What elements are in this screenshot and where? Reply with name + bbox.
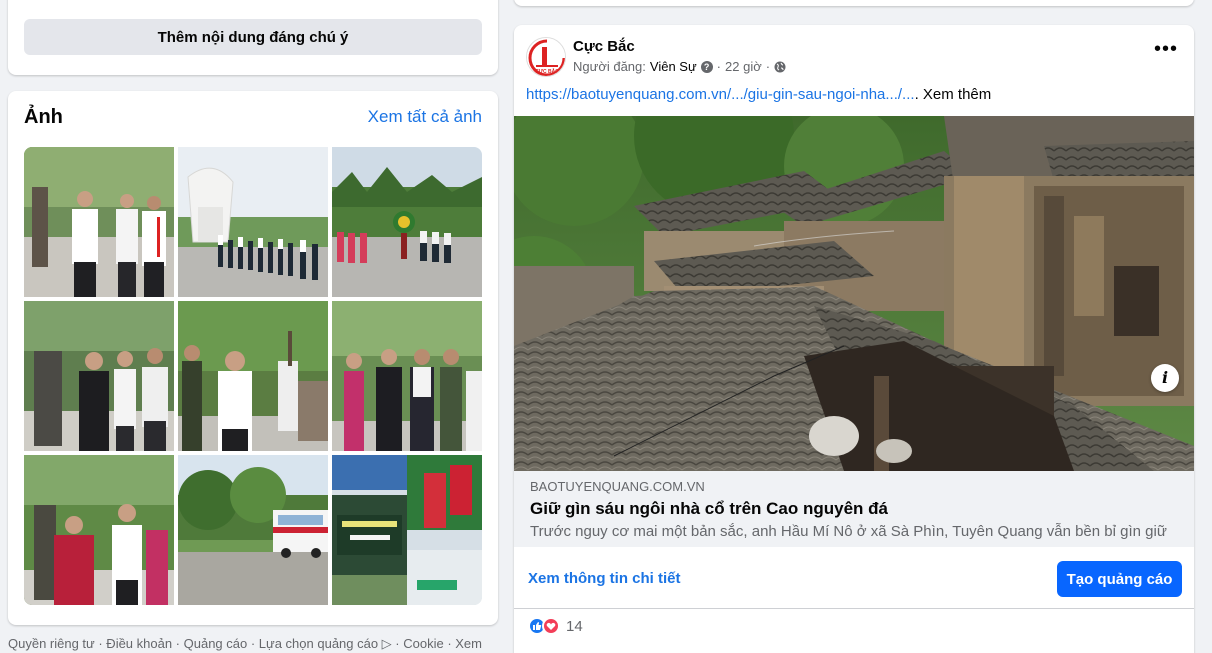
learn-more-link[interactable]: Xem thông tin chi tiết	[528, 570, 681, 587]
separator: ·	[716, 59, 722, 74]
post-text: https://baotuyenquang.com.vn/.../giu-gin…	[526, 86, 991, 103]
post-image[interactable]	[514, 116, 1194, 471]
help-circle-icon[interactable]: ?	[700, 60, 713, 73]
page-name[interactable]: Cực Bắc	[573, 38, 635, 55]
photo-thumbnail[interactable]	[332, 301, 482, 451]
link-preview[interactable]: BAOTUYENQUANG.COM.VN Giữ gìn sáu ngôi nh…	[514, 471, 1194, 547]
add-featured-button[interactable]: Thêm nội dung đáng chú ý	[24, 19, 482, 55]
photo-thumbnail[interactable]	[178, 455, 328, 605]
photo-thumbnail[interactable]	[24, 455, 174, 605]
more-horizontal-icon: •••	[1153, 38, 1178, 60]
sponsored-post: CỰC BẮC Cực Bắc Người đăng: Viên Sự ? · …	[514, 25, 1194, 653]
photos-card: Ảnh Xem tất cả ảnh	[8, 91, 498, 625]
separator: ·	[765, 59, 771, 74]
previous-post-card	[514, 0, 1194, 6]
cta-row: Xem thông tin chi tiết Tạo quảng cáo	[514, 547, 1194, 609]
globe-icon	[774, 61, 786, 72]
post-meta: Người đăng: Viên Sự ? · 22 giờ ·	[573, 59, 786, 74]
photo-thumbnail[interactable]	[24, 301, 174, 451]
svg-text:CỰC BẮC: CỰC BẮC	[535, 67, 559, 75]
page-avatar[interactable]: CỰC BẮC	[526, 37, 566, 77]
highlights-card: Thêm nội dung đáng chú ý	[8, 0, 498, 75]
reactions-summary[interactable]: 14	[528, 617, 583, 635]
love-reaction-icon	[542, 617, 560, 635]
reaction-count: 14	[566, 617, 583, 635]
photo-thumbnail[interactable]	[178, 147, 328, 297]
see-more-link[interactable]: Xem thêm	[919, 86, 991, 103]
poster-label: Người đăng:	[573, 59, 646, 74]
photo-grid	[24, 147, 482, 605]
more-options-button[interactable]: •••	[1152, 39, 1180, 67]
poster-name[interactable]: Viên Sự	[650, 59, 697, 74]
link-title[interactable]: Giữ gìn sáu ngôi nhà cổ trên Cao nguyên …	[530, 499, 888, 519]
info-icon[interactable]: i	[1151, 364, 1179, 392]
link-domain: BAOTUYENQUANG.COM.VN	[530, 479, 705, 494]
photo-thumbnail[interactable]	[178, 301, 328, 451]
photos-title: Ảnh	[24, 106, 63, 128]
link-description: Trước nguy cơ mai một bản sắc, anh Hầu M…	[530, 523, 1170, 540]
action-row	[514, 643, 1194, 653]
photo-thumbnail[interactable]	[332, 147, 482, 297]
see-all-photos-link[interactable]: Xem tất cả ảnh	[368, 107, 482, 127]
create-ad-button[interactable]: Tạo quảng cáo	[1057, 561, 1182, 597]
post-link[interactable]: https://baotuyenquang.com.vn/.../giu-gin…	[526, 86, 915, 103]
photo-thumbnail[interactable]	[24, 147, 174, 297]
photo-thumbnail[interactable]	[332, 455, 482, 605]
footer-links[interactable]: Quyền riêng tư · Điều khoản · Quảng cáo …	[8, 636, 482, 652]
post-time[interactable]: 22 giờ	[725, 59, 762, 74]
